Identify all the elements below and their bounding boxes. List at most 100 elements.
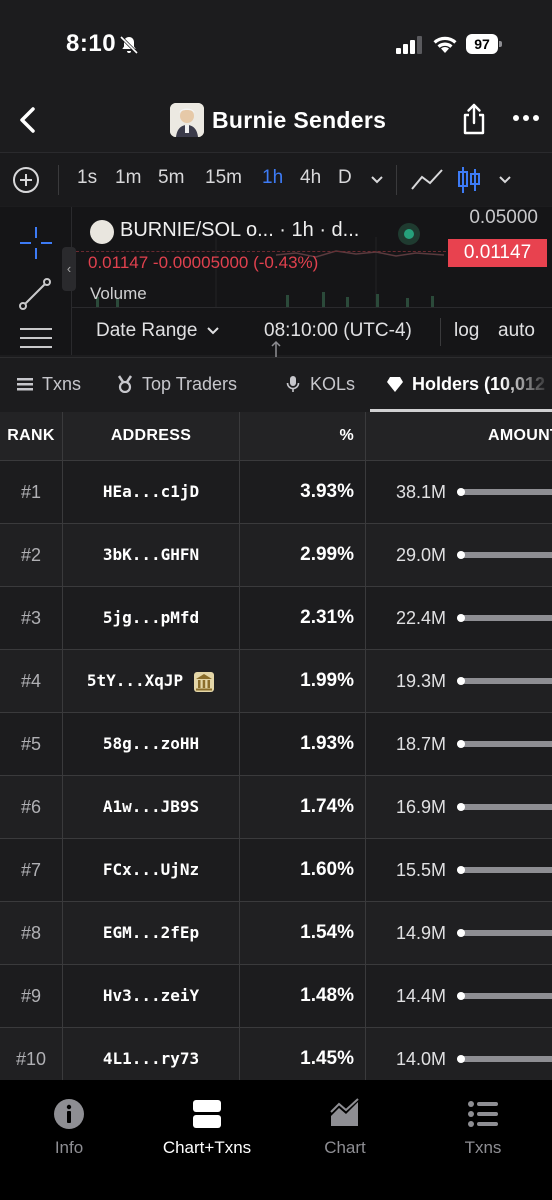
more-icon[interactable] [512,108,540,128]
rank-cell: #6 [20,797,42,817]
info-icon [54,1099,84,1129]
column-header-amount[interactable]: AMOUNT [488,412,552,460]
live-status-icon [398,223,420,245]
holding-bar-marker [457,488,465,496]
table-row[interactable]: #2 3bK...GHFN 2.99% 29.0M [0,523,552,586]
nav-txns[interactable]: Txns [423,1098,543,1158]
holding-bar [457,867,552,873]
timeframe-1h[interactable]: 1h [262,167,283,189]
tab-kols[interactable]: KOLs [284,358,355,410]
share-icon[interactable] [460,102,488,136]
token-avatar [170,103,204,137]
pair-label[interactable]: BURNIE/SOL o... · 1h · d... [120,219,359,242]
nav-chart[interactable]: Chart [285,1098,405,1158]
table-row[interactable]: #3 5jg...pMfd 2.31% 22.4M [0,586,552,649]
table-row[interactable]: #8 EGM...2fEp 1.54% 14.9M [0,901,552,964]
crosshair-icon[interactable] [18,225,54,261]
chart-toolbar: 1s 1m 5m 15m 1h 4h D [0,152,552,206]
tab-kols-label: KOLs [310,373,356,394]
timeframe-15m[interactable]: 15m [205,167,242,189]
address-cell[interactable]: 5tY...XqJP [62,650,240,712]
address-cell[interactable]: A1w...JB9S [62,776,240,838]
fib-lines-icon[interactable] [18,325,54,355]
rank-cell: #2 [20,545,42,565]
add-indicator-icon[interactable] [12,166,40,194]
address-cell[interactable]: Hv3...zeiY [62,965,240,1027]
holding-bar-marker [457,740,465,748]
chart-type-dropdown-chevron-icon[interactable] [498,175,512,185]
nav-chart-txns[interactable]: Chart+Txns [147,1098,267,1158]
date-range-chevron-icon [206,327,219,335]
timeframe-1m[interactable]: 1m [115,167,141,189]
back-chevron-icon[interactable] [14,104,42,136]
price-axis-top-label: 0.05000 [469,207,538,228]
holding-bar [457,930,552,936]
tab-top-traders[interactable]: Top Traders [116,358,237,410]
medal-icon [117,375,133,393]
amount-cell: 14.0M [395,1049,446,1069]
percent-cell: 1.48% [300,985,354,1006]
timeframe-1s[interactable]: 1s [77,167,97,189]
address-cell[interactable]: 58g...zoHH [62,713,240,775]
rank-cell: #9 [20,986,42,1006]
auto-scale-toggle[interactable]: auto [498,320,535,342]
table-row[interactable]: #1 HEa...c1jD 3.93% 38.1M [0,460,552,523]
status-bar: 8:10 97 [0,0,552,90]
timeframe-5m[interactable]: 5m [158,167,184,189]
timeframe-D[interactable]: D [338,167,352,189]
candlestick-icon[interactable] [457,165,481,195]
percent-cell: 3.93% [300,481,354,502]
holding-bar [457,615,552,621]
column-header-percent[interactable]: % [240,412,354,460]
trend-line-icon[interactable] [18,277,52,311]
address-cell[interactable]: FCx...UjNz [62,839,240,901]
nav-info[interactable]: Info [9,1098,129,1158]
timezone-label[interactable]: 08:10:00 (UTC-4) [264,320,412,342]
table-row[interactable]: #4 5tY...XqJP 1.99% 19.3M [0,649,552,712]
address-text: 5jg...pMfd [102,608,200,627]
log-scale-toggle[interactable]: log [454,320,479,342]
table-row[interactable]: #6 A1w...JB9S 1.74% 16.9M [0,775,552,838]
tab-txns[interactable]: Txns [16,358,81,410]
amount-cell: 38.1M [395,482,446,502]
bottom-navigation: Info Chart+Txns Chart Txns [0,1080,552,1200]
holding-bar [457,993,552,999]
address-cell[interactable]: EGM...2fEp [62,902,240,964]
line-chart-type-icon[interactable] [410,167,444,193]
table-row[interactable]: #9 Hv3...zeiY 1.48% 14.4M [0,964,552,1027]
bell-muted-icon [119,35,139,55]
nav-info-label: Info [54,1138,84,1157]
pair-token-icon [90,220,114,244]
address-cell[interactable]: 5jg...pMfd [62,587,240,649]
holding-bar-marker [457,866,465,874]
column-header-address[interactable]: ADDRESS [62,412,240,460]
holding-bar-marker [457,803,465,811]
holding-bar [457,804,552,810]
exchange-bank-icon [194,671,215,692]
percent-cell: 1.54% [300,922,354,943]
table-row[interactable]: #5 58g...zoHH 1.93% 18.7M [0,712,552,775]
date-range-dropdown[interactable]: Date Range [96,320,219,342]
holding-bar-marker [457,614,465,622]
area-chart-icon [330,1098,359,1126]
microphone-icon [286,376,300,392]
address-cell[interactable]: 4L1...ry73 [62,1028,240,1080]
table-row[interactable]: #7 FCx...UjNz 1.60% 15.5M [0,838,552,901]
timeframe-dropdown-chevron-icon[interactable] [370,175,384,185]
split-view-icon [193,1100,221,1128]
column-header-rank[interactable]: RANK [0,412,62,460]
address-cell[interactable]: 3bK...GHFN [62,524,240,586]
token-title: Burnie Senders [170,100,386,140]
price-chart[interactable]: ‹ BURNIE/SOL o... · 1h · d... 0.05000 0.… [0,207,552,355]
signal-icon [396,36,422,54]
price-change-text: 0.01147 -0.00005000 (-0.43%) [88,253,319,272]
collapse-toolbar-handle[interactable]: ‹ [62,247,76,291]
rank-cell: #7 [20,860,42,880]
status-time: 8:10 [66,30,117,57]
timeframe-4h[interactable]: 4h [300,167,321,189]
current-price-line [76,251,446,252]
tab-txns-label: Txns [42,373,82,394]
table-row[interactable]: #10 4L1...ry73 1.45% 14.0M [0,1027,552,1080]
amount-cell: 14.9M [395,923,446,943]
address-cell[interactable]: HEa...c1jD [62,461,240,523]
